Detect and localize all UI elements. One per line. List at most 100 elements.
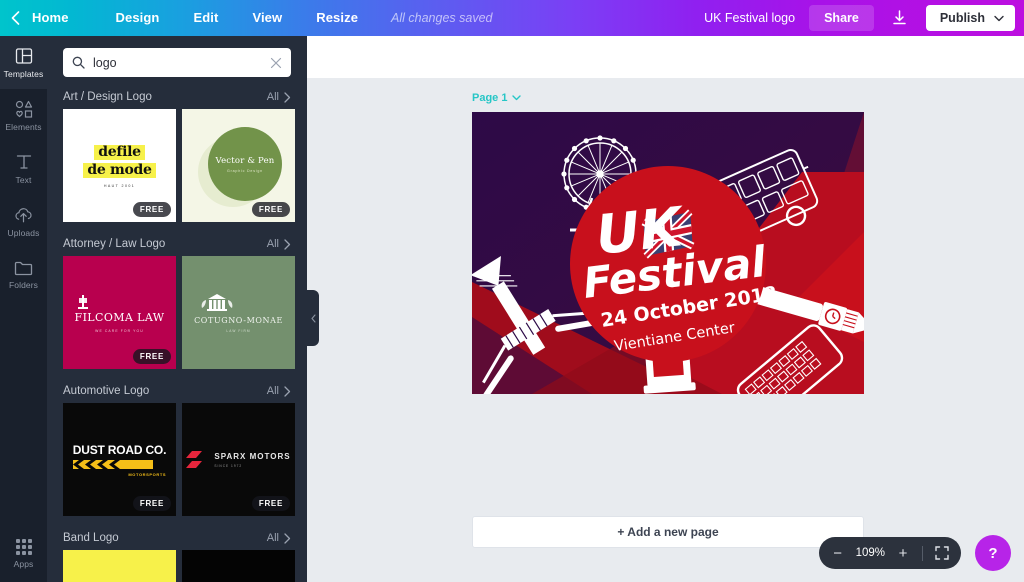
download-button[interactable] xyxy=(882,5,918,31)
close-icon[interactable] xyxy=(270,57,282,69)
see-all-label: All xyxy=(266,532,279,544)
template-artwork: DUST ROAD CO. MOTORSPORTS xyxy=(72,442,167,477)
chevron-right-icon xyxy=(284,91,291,103)
sidebar-item-label: Elements xyxy=(5,121,42,132)
free-badge: FREE xyxy=(251,496,290,511)
template-title: FILCOMA LAW xyxy=(74,310,165,324)
sparx-mark-icon xyxy=(186,450,208,470)
free-badge: FREE xyxy=(132,349,171,364)
left-nav-rail: Templates Elements Text Uploads Folders … xyxy=(0,36,47,582)
template-title: DUST ROAD CO. xyxy=(72,442,167,457)
zoom-out-button[interactable]: − xyxy=(825,540,851,566)
see-all-label: All xyxy=(266,238,279,250)
design-artwork: UK Festival 24 October 2018 Vientiane Ce… xyxy=(472,112,864,394)
save-status-text: All changes saved xyxy=(391,11,493,25)
chevron-left-icon xyxy=(11,11,20,25)
sidebar-item-apps[interactable]: Apps xyxy=(0,527,47,580)
document-title[interactable]: UK Festival logo xyxy=(704,11,795,25)
template-subtitle: SINCE 1972 xyxy=(214,463,243,468)
chevron-bar-decoration xyxy=(72,459,153,469)
menu-item-view[interactable]: View xyxy=(235,0,299,36)
menu-item-edit[interactable]: Edit xyxy=(176,0,235,36)
help-button[interactable]: ? xyxy=(975,535,1011,571)
elements-icon xyxy=(15,100,33,118)
sidebar-item-label: Templates xyxy=(3,68,44,79)
sidebar-item-templates[interactable]: Templates xyxy=(0,36,47,89)
top-toolbar-right: UK Festival logo Share Publish xyxy=(704,0,1024,36)
publish-button[interactable]: Publish xyxy=(925,5,1015,31)
section-header: Automotive Logo All xyxy=(47,381,307,403)
template-subtitle: Graphic Design xyxy=(227,168,263,173)
template-card[interactable]: defile de mode HAUT 2001 FREE xyxy=(63,109,176,222)
divider xyxy=(922,545,923,561)
templates-icon xyxy=(15,47,33,65)
sidebar-item-label: Apps xyxy=(13,558,34,569)
sidebar-item-elements[interactable]: Elements xyxy=(0,89,47,142)
panel-collapse-handle[interactable] xyxy=(307,290,319,346)
menu-item-home[interactable]: Home xyxy=(30,0,99,36)
template-artwork: defile de mode HAUT 2001 xyxy=(83,143,156,188)
page-label-text: Page 1 xyxy=(472,92,508,104)
template-card[interactable]: FILCOMA LAW WE CARE FOR YOU FREE xyxy=(63,256,176,369)
template-card[interactable]: Vector & Pen Graphic Design FREE xyxy=(182,109,295,222)
chevron-down-icon xyxy=(512,95,522,101)
menu-item-design[interactable]: Design xyxy=(99,0,177,36)
zoom-level-value[interactable]: 109% xyxy=(853,547,888,559)
template-card[interactable]: DUST ROAD CO. MOTORSPORTS FREE xyxy=(63,403,176,516)
section-title: Band Logo xyxy=(63,532,119,544)
template-artwork: SPARX MOTORS SINCE 1972 xyxy=(214,452,290,468)
upload-cloud-icon xyxy=(14,206,33,224)
section-title: Art / Design Logo xyxy=(63,91,152,103)
section-see-all-link[interactable]: All xyxy=(267,91,291,103)
template-card[interactable]: COTUGNO-MONAE LAW FIRM xyxy=(182,256,295,369)
search-box[interactable] xyxy=(63,48,291,77)
template-subtitle: WE CARE FOR YOU xyxy=(95,328,144,333)
template-title: Vector & Pen xyxy=(215,155,275,166)
template-subtitle: MOTORSPORTS xyxy=(128,471,167,477)
sidebar-item-label: Folders xyxy=(8,279,39,290)
share-button[interactable]: Share xyxy=(809,5,874,31)
template-artwork: Vector & Pen Graphic Design xyxy=(208,127,282,201)
zoom-in-button[interactable]: + xyxy=(890,540,916,566)
section-header: Art / Design Logo All xyxy=(47,87,307,109)
grid-apps-icon xyxy=(15,538,32,555)
stage-top-strip xyxy=(307,36,1024,78)
sidebar-item-text[interactable]: Text xyxy=(0,142,47,195)
template-title-line1: defile xyxy=(94,145,145,160)
page-label[interactable]: Page 1 xyxy=(472,92,522,104)
template-card[interactable] xyxy=(63,550,176,582)
design-artboard[interactable]: UK Festival 24 October 2018 Vientiane Ce… xyxy=(472,112,864,394)
template-card[interactable]: AUDIORA xyxy=(182,550,295,582)
section-see-all-link[interactable]: All xyxy=(267,532,291,544)
section-see-all-link[interactable]: All xyxy=(267,238,291,250)
sidebar-item-folders[interactable]: Folders xyxy=(0,248,47,301)
template-card[interactable]: SPARX MOTORS SINCE 1972 FREE xyxy=(182,403,295,516)
download-icon xyxy=(892,10,907,26)
template-subtitle: LAW FIRM xyxy=(226,329,251,333)
sidebar-item-uploads[interactable]: Uploads xyxy=(0,195,47,248)
section-header: Band Logo All xyxy=(47,528,307,550)
menu-item-resize[interactable]: Resize xyxy=(299,0,375,36)
fit-to-screen-button[interactable] xyxy=(929,540,955,566)
chevron-left-icon xyxy=(310,313,316,323)
template-row: AUDIORA xyxy=(47,550,307,582)
add-new-page-button[interactable]: + Add a new page xyxy=(472,516,864,548)
chevron-right-icon xyxy=(284,238,291,250)
template-artwork: COTUGNO-MONAE LAW FIRM xyxy=(194,292,283,333)
template-artwork: FILCOMA LAW WE CARE FOR YOU xyxy=(75,293,165,333)
folder-icon xyxy=(14,260,33,276)
see-all-label: All xyxy=(266,385,279,397)
template-title: SPARX MOTORS xyxy=(214,451,291,461)
template-row: DUST ROAD CO. MOTORSPORTS FREE SPARX MOT… xyxy=(47,403,307,528)
sidebar-item-label: Uploads xyxy=(7,227,40,238)
template-title: COTUGNO-MONAE xyxy=(194,316,283,325)
template-subtitle: HAUT 2001 xyxy=(103,184,136,188)
section-see-all-link[interactable]: All xyxy=(267,385,291,397)
back-button[interactable] xyxy=(0,0,30,36)
publish-label: Publish xyxy=(939,11,985,25)
free-badge: FREE xyxy=(251,202,290,217)
templates-panel: Art / Design Logo All defile de mode HAU… xyxy=(47,36,307,582)
top-toolbar-left: Home Design Edit View Resize All changes… xyxy=(0,0,492,36)
left-nav-rail-bottom: Apps xyxy=(0,527,47,580)
search-input[interactable] xyxy=(93,55,262,70)
